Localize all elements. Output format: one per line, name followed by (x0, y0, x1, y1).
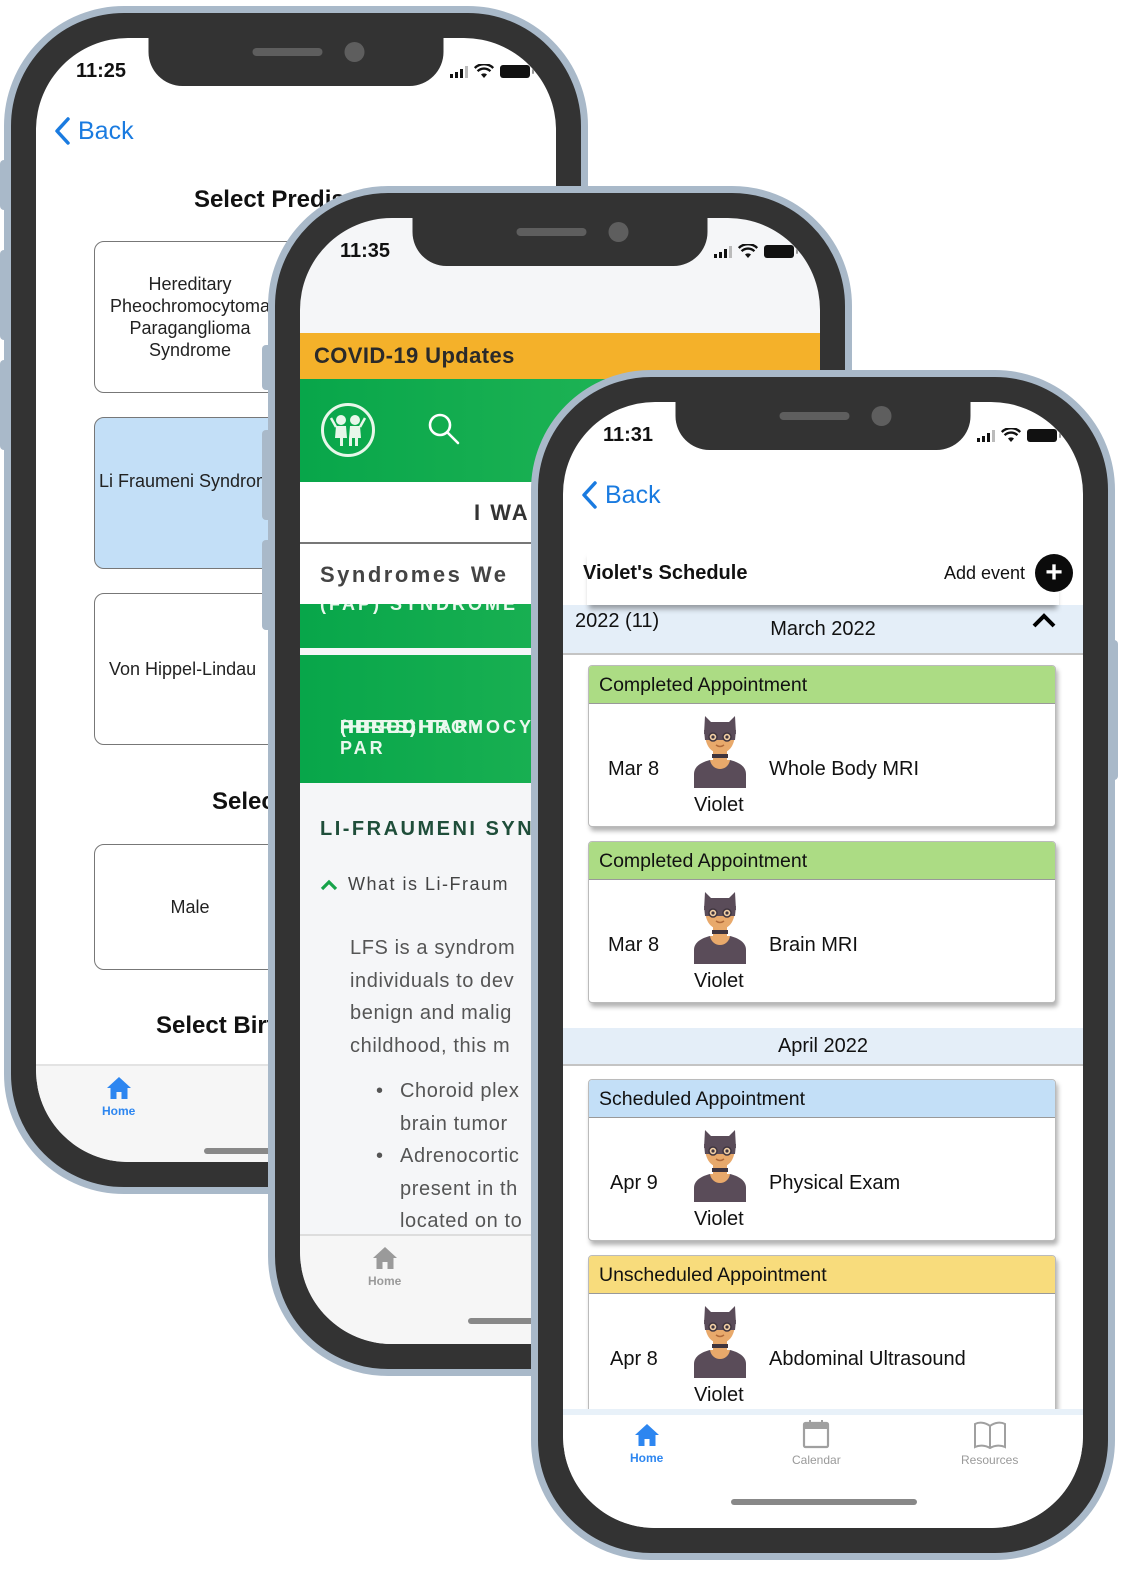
person-avatar-icon (694, 1306, 746, 1378)
syndromes-heading: Syndromes We (320, 562, 509, 587)
chevron-left-icon (55, 117, 70, 145)
tab-home[interactable]: Home (630, 1423, 663, 1465)
back-button[interactable]: Back (52, 116, 134, 146)
faq-question[interactable]: What is Li-Fraum (320, 874, 509, 895)
signal-icon (450, 65, 468, 78)
option-label: Von Hippel-Lindau (109, 659, 257, 679)
schedule-header: Violet's Schedule Add event + (583, 550, 1073, 605)
list-item: Choroid plex brain tumor (376, 1075, 522, 1140)
chevron-up-icon (1032, 613, 1056, 628)
tab-home[interactable]: Home (102, 1076, 135, 1118)
home-indicator (731, 1499, 917, 1505)
add-event-label: Add event (943, 562, 1025, 583)
list-item: Adrenocortic present in th located on to (376, 1140, 522, 1238)
status-icons (714, 244, 798, 259)
appointment-date: Mar 8 (608, 934, 660, 956)
home-icon (372, 1247, 397, 1269)
calendar-icon (803, 1420, 830, 1449)
home-icon (634, 1424, 659, 1446)
appointment-card[interactable]: Completed Appointment Mar 8 Violet Brain… (588, 841, 1056, 1003)
notch (675, 402, 971, 450)
appointment-title: Physical Exam (769, 1172, 901, 1194)
person-avatar-icon (694, 716, 746, 788)
avatar (690, 1300, 750, 1378)
tab-label: Resources (961, 1453, 1019, 1467)
appointment-title: Abdominal Ultrasound (769, 1348, 966, 1370)
appointment-person: Violet (694, 970, 744, 992)
avatar (690, 886, 750, 964)
search-icon (428, 413, 460, 445)
wifi-icon (474, 64, 494, 78)
person-avatar-icon (694, 1130, 746, 1202)
battery-icon (500, 65, 534, 78)
chevron-up-icon (320, 879, 338, 890)
wifi-icon (1001, 428, 1021, 442)
add-event-button[interactable]: Add event + (944, 554, 1073, 592)
faq-question-label: What is Li-Fraum (348, 874, 510, 894)
lfs-heading: LI-FRAUMENI SYN (320, 818, 535, 840)
signal-icon (977, 429, 995, 442)
person-avatar-icon (694, 892, 746, 964)
month-header-march[interactable]: 2022 (11) March 2022 (563, 605, 1083, 655)
tab-bar: Home Calendar Resources (563, 1409, 1083, 1528)
status-icons (450, 64, 534, 79)
battery-icon (764, 245, 798, 258)
appointment-status: Completed Appointment (589, 842, 1055, 880)
option-label: Li Fraumeni Syndrome (98, 471, 282, 491)
month-header-april[interactable]: April 2022 (563, 1028, 1083, 1066)
back-label: Back (605, 480, 661, 509)
back-button[interactable]: Back (579, 480, 661, 510)
option-label: Male (170, 897, 210, 917)
appointment-person: Violet (694, 1384, 744, 1406)
status-time: 11:35 (340, 240, 391, 262)
wifi-icon (738, 244, 758, 258)
book-icon (973, 1421, 1006, 1449)
chevron-left-icon (582, 481, 597, 509)
avatar (690, 1124, 750, 1202)
home-icon (106, 1077, 131, 1099)
screen: 11:31 Back Violet's Schedule Add event +… (563, 402, 1083, 1528)
appointment-card[interactable]: Scheduled Appointment Apr 9 Violet Physi… (588, 1079, 1056, 1241)
tab-label: Home (368, 1274, 402, 1288)
appointment-title: Whole Body MRI (769, 758, 920, 780)
phone-schedule: 11:31 Back Violet's Schedule Add event +… (531, 370, 1115, 1560)
tab-calendar[interactable]: Calendar (792, 1419, 841, 1467)
tab-home[interactable]: Home (368, 1246, 401, 1288)
appointment-date: Mar 8 (608, 758, 660, 780)
option-label: Hereditary Pheochromocytoma Paragangliom… (109, 274, 271, 360)
appointment-person: Violet (694, 1208, 744, 1230)
appointment-date: Apr 8 (610, 1348, 658, 1370)
back-label: Back (78, 116, 134, 145)
tab-label: Calendar (792, 1453, 841, 1467)
syndrome-label: (FAP) SYNDROME (320, 604, 519, 614)
status-time: 11:31 (603, 424, 654, 446)
signal-icon (714, 245, 732, 258)
appointment-status: Unscheduled Appointment (589, 1256, 1055, 1294)
children-logo-icon[interactable] (321, 403, 375, 457)
page-title: Violet's Schedule (583, 562, 748, 584)
notch (412, 218, 708, 266)
battery-icon (1027, 429, 1061, 442)
appointment-title: Brain MRI (769, 934, 858, 956)
tab-label: Home (630, 1451, 664, 1465)
appointment-date: Apr 9 (610, 1172, 658, 1194)
lfs-bullet-list: Choroid plex brain tumor Adrenocortic pr… (376, 1075, 522, 1238)
month-name: March 2022 (770, 618, 876, 640)
appointment-card[interactable]: Unscheduled Appointment Apr 8 Violet Abd… (588, 1255, 1056, 1417)
appointment-status: Completed Appointment (589, 666, 1055, 704)
appointment-card[interactable]: Completed Appointment Mar 8 Violet Whole… (588, 665, 1056, 827)
plus-icon: + (1035, 554, 1073, 592)
tab-resources[interactable]: Resources (961, 1421, 1018, 1467)
search-button[interactable] (426, 411, 462, 452)
avatar (690, 710, 750, 788)
appointment-status: Scheduled Appointment (589, 1080, 1055, 1118)
month-name: April 2022 (777, 1035, 869, 1057)
appointment-person: Violet (694, 794, 744, 816)
status-icons (977, 428, 1061, 443)
tab-label: Home (102, 1104, 136, 1118)
i-want-label: I WA (474, 500, 530, 525)
notch (148, 38, 444, 86)
status-time: 11:25 (76, 60, 127, 82)
